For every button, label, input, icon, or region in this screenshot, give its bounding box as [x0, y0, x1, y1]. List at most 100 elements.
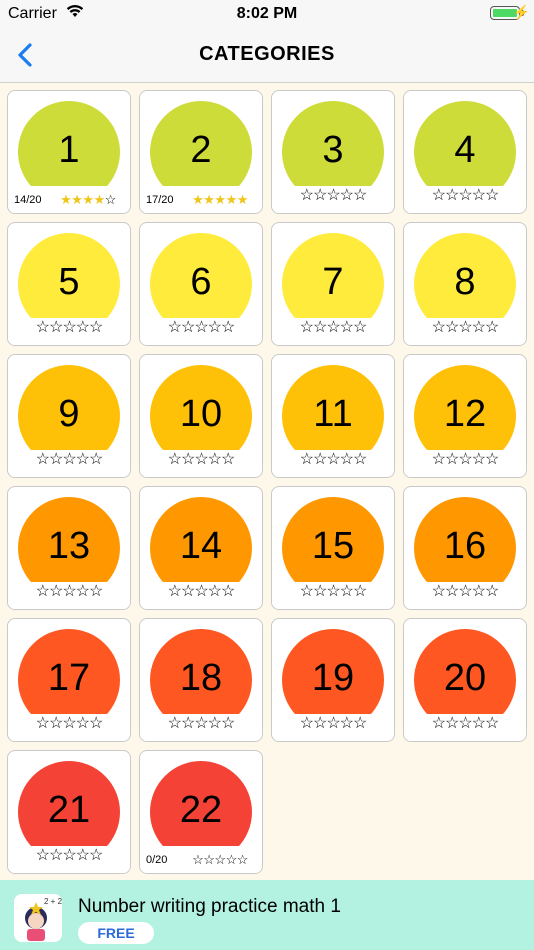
ad-title[interactable]: Number writing practice math 1: [78, 896, 341, 918]
category-tile[interactable]: 4 ☆☆☆☆☆: [403, 90, 527, 214]
category-tile[interactable]: 5 ☆☆☆☆☆: [7, 222, 131, 346]
star-rating: ★★★★☆: [48, 191, 128, 209]
ad-app-icon[interactable]: 2 + 2: [14, 894, 62, 942]
star-icon: ☆: [444, 319, 459, 336]
star-icon: ☆: [62, 583, 76, 600]
navigation-bar: CATEGORIES: [0, 28, 534, 83]
star-icon: ☆: [431, 187, 446, 204]
category-tile[interactable]: 18 ☆☆☆☆☆: [139, 618, 263, 742]
star-icon: ☆: [75, 715, 90, 732]
ad-icon-text: 2 + 2: [44, 897, 62, 906]
category-number: 3: [322, 129, 344, 171]
category-number: 7: [322, 261, 344, 303]
category-tile[interactable]: 8 ☆☆☆☆☆: [403, 222, 527, 346]
category-tile[interactable]: 1 ★★★★☆ 14/20: [7, 90, 131, 214]
star-rating: ★★★★★: [180, 191, 260, 209]
category-number: 8: [454, 261, 476, 303]
star-icon: ☆: [299, 715, 314, 732]
star-icon: ☆: [458, 583, 472, 600]
star-icon: ☆: [62, 319, 76, 336]
star-rating: ☆☆☆☆☆: [8, 319, 130, 337]
star-icon: ☆: [194, 451, 208, 468]
star-icon: ★: [225, 192, 238, 207]
star-rating: ☆☆☆☆☆: [272, 451, 394, 469]
star-icon: ☆: [326, 583, 340, 600]
star-icon: ☆: [167, 319, 182, 336]
star-icon: ☆: [326, 319, 340, 336]
category-tile[interactable]: 2 ★★★★★ 17/20: [139, 90, 263, 214]
star-icon: ★: [60, 192, 72, 207]
category-tile[interactable]: 15 ☆☆☆☆☆: [271, 486, 395, 610]
star-icon: ☆: [485, 715, 499, 732]
star-icon: ☆: [312, 583, 327, 600]
star-rating: ☆☆☆☆☆: [404, 451, 526, 469]
star-icon: ☆: [221, 583, 235, 600]
category-tile[interactable]: 13 ☆☆☆☆☆: [7, 486, 131, 610]
category-tile[interactable]: 3 ☆☆☆☆☆: [271, 90, 395, 214]
star-icon: ☆: [431, 583, 446, 600]
category-number: 11: [313, 393, 353, 435]
star-icon: ☆: [35, 319, 50, 336]
star-rating: ☆☆☆☆☆: [404, 187, 526, 205]
category-tile[interactable]: 7 ☆☆☆☆☆: [271, 222, 395, 346]
star-icon: ☆: [485, 319, 499, 336]
category-tile[interactable]: 16 ☆☆☆☆☆: [403, 486, 527, 610]
category-tile[interactable]: 11 ☆☆☆☆☆: [271, 354, 395, 478]
category-tile[interactable]: 22 ☆☆☆☆☆ 0/20: [139, 750, 263, 874]
star-icon: ☆: [48, 847, 63, 864]
star-icon: ☆: [89, 319, 103, 336]
category-tile[interactable]: 19 ☆☆☆☆☆: [271, 618, 395, 742]
star-icon: ☆: [339, 451, 354, 468]
ad-free-button[interactable]: FREE: [78, 922, 154, 944]
star-icon: ☆: [312, 451, 327, 468]
clock: 8:02 PM: [236, 5, 298, 22]
category-tile[interactable]: 20 ☆☆☆☆☆: [403, 618, 527, 742]
star-icon: ☆: [225, 852, 238, 867]
category-number: 21: [47, 789, 91, 831]
category-tile[interactable]: 21 ☆☆☆☆☆: [7, 750, 131, 874]
category-tile[interactable]: 6 ☆☆☆☆☆: [139, 222, 263, 346]
star-rating: ☆☆☆☆☆: [140, 583, 262, 601]
star-icon: ☆: [326, 451, 340, 468]
star-rating: ☆☆☆☆☆: [404, 319, 526, 337]
category-number: 19: [311, 657, 355, 699]
category-tile[interactable]: 17 ☆☆☆☆☆: [7, 618, 131, 742]
category-tile[interactable]: 14 ☆☆☆☆☆: [139, 486, 263, 610]
star-icon: ☆: [62, 451, 76, 468]
star-rating: ☆☆☆☆☆: [8, 847, 130, 865]
star-icon: ☆: [89, 583, 103, 600]
star-icon: ☆: [339, 715, 354, 732]
star-icon: ☆: [431, 715, 446, 732]
charging-icon: ⚡: [512, 4, 530, 20]
star-icon: ☆: [471, 319, 486, 336]
category-number: 18: [179, 657, 223, 699]
star-icon: ☆: [35, 451, 50, 468]
star-icon: ☆: [444, 715, 459, 732]
category-number: 1: [58, 129, 80, 171]
star-icon: ☆: [62, 847, 76, 864]
category-tile[interactable]: 12 ☆☆☆☆☆: [403, 354, 527, 478]
star-rating: ☆☆☆☆☆: [272, 319, 394, 337]
star-icon: ☆: [485, 451, 499, 468]
star-icon: ☆: [207, 451, 222, 468]
star-icon: ☆: [89, 451, 103, 468]
star-icon: ☆: [35, 715, 50, 732]
star-rating: ☆☆☆☆☆: [8, 715, 130, 733]
star-icon: ☆: [299, 319, 314, 336]
star-icon: ☆: [48, 319, 63, 336]
category-number: 22: [179, 789, 223, 831]
category-tile[interactable]: 10 ☆☆☆☆☆: [139, 354, 263, 478]
star-icon: ☆: [299, 451, 314, 468]
star-icon: ☆: [75, 319, 90, 336]
star-icon: ☆: [180, 319, 195, 336]
category-number: 4: [454, 129, 476, 171]
star-icon: ☆: [353, 715, 367, 732]
category-number: 12: [443, 393, 487, 435]
star-icon: ☆: [312, 187, 327, 204]
star-icon: ☆: [485, 187, 499, 204]
star-icon: ☆: [458, 187, 472, 204]
ad-banner[interactable]: 2 + 2 Number writing practice math 1 FRE…: [0, 880, 534, 950]
category-tile[interactable]: 9 ☆☆☆☆☆: [7, 354, 131, 478]
category-number: 15: [311, 525, 355, 567]
star-rating: ☆☆☆☆☆: [404, 715, 526, 733]
